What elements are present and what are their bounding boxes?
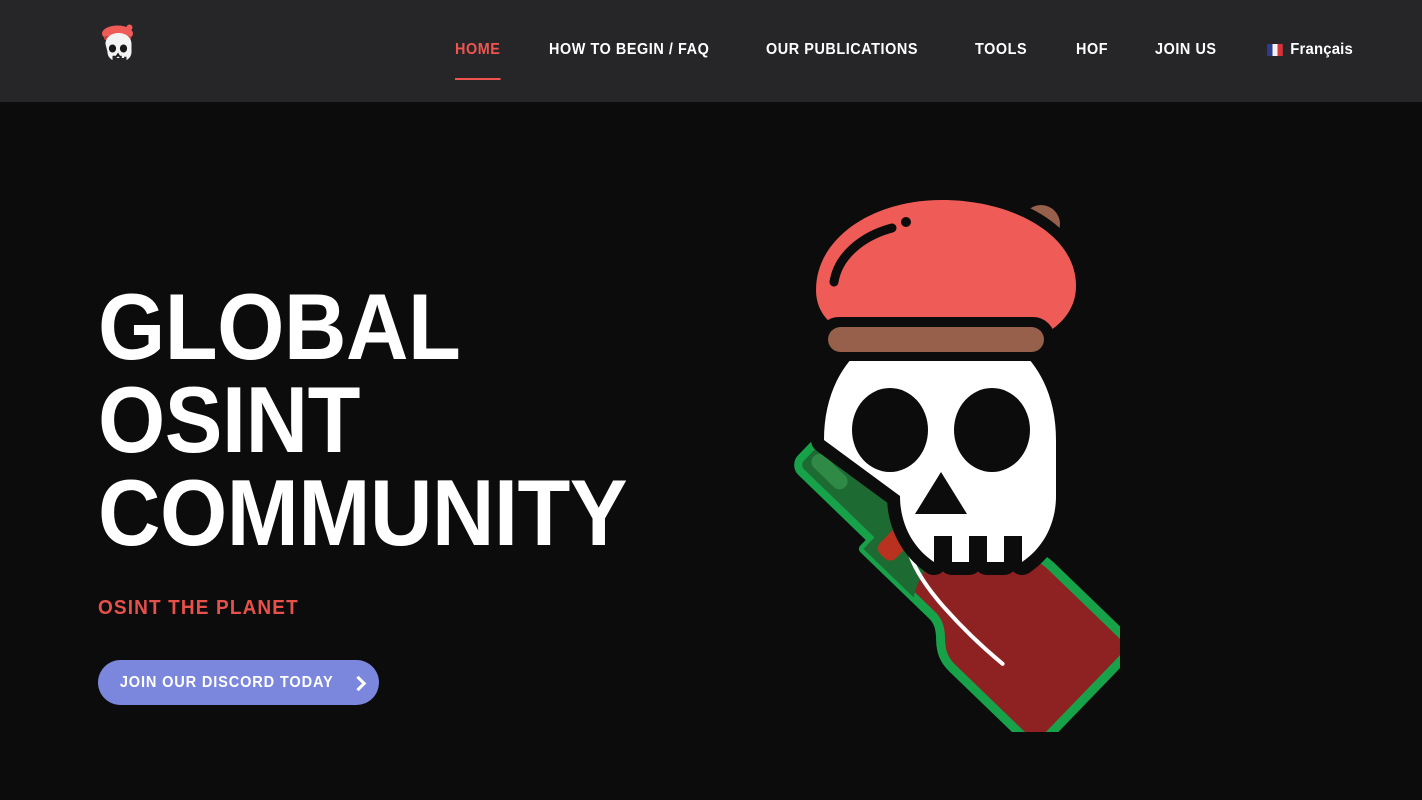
language-switcher[interactable]: Français (1266, 41, 1353, 60)
skull-eye-right (954, 388, 1030, 472)
nav-item-join-us-label: JOIN US (1155, 41, 1218, 59)
nav-item-our-publications-label: OUR PUBLICATIONS (766, 41, 919, 59)
hero-copy: GLOBAL OSINT COMMUNITY OSINT THE PLANET … (98, 274, 718, 706)
nav-item-join-us[interactable]: JOIN US (1155, 42, 1217, 60)
hero-title-line-3: COMMUNITY (98, 460, 628, 566)
nav-item-home-label: HOME (455, 41, 501, 59)
beret-shape (805, 189, 1087, 361)
skull-eye-left (852, 388, 928, 472)
nav-item-tools[interactable]: TOOLS (975, 42, 1027, 60)
hero-tagline: OSINT THE PLANET (98, 597, 299, 620)
nav-item-our-publications[interactable]: OUR PUBLICATIONS (766, 42, 918, 60)
flag-france-icon (1266, 44, 1283, 56)
nav-item-how-to-begin-faq[interactable]: HOW TO BEGIN / FAQ (549, 42, 709, 60)
nav-item-home[interactable]: HOME (455, 41, 501, 80)
page-root: HOME HOW TO BEGIN / FAQ OUR PUBLICATIONS… (0, 0, 1422, 800)
join-discord-button-label: JOIN OUR DISCORD TODAY (120, 673, 334, 691)
language-switcher-label: Français (1289, 41, 1353, 58)
nav-item-hof[interactable]: HoF (1076, 42, 1108, 60)
nav-item-hof-label: HoF (1075, 41, 1109, 59)
nav-active-underline (455, 77, 501, 80)
hero-title-line-1: GLOBAL (98, 274, 461, 379)
hero-title-line-2: OSINT (98, 367, 360, 473)
site-logo[interactable] (98, 20, 138, 68)
chevron-right-icon (350, 675, 366, 691)
nav-item-tools-label: TOOLS (974, 41, 1027, 59)
skull-beret-baguette-wine-icon (794, 189, 1120, 732)
nav-item-how-to-begin-faq-label: HOW TO BEGIN / FAQ (548, 41, 710, 59)
join-discord-button[interactable]: JOIN OUR DISCORD TODAY (98, 660, 379, 706)
site-header: HOME HOW TO BEGIN / FAQ OUR PUBLICATIONS… (0, 0, 1422, 102)
hero-illustration (790, 172, 1120, 732)
main-navigation: HOME HOW TO BEGIN / FAQ OUR PUBLICATIONS… (455, 0, 1359, 102)
page-title: GLOBAL OSINT COMMUNITY (98, 274, 668, 566)
skull-beret-logo-icon (102, 24, 133, 60)
hero-section: GLOBAL OSINT COMMUNITY OSINT THE PLANET … (0, 102, 1422, 800)
